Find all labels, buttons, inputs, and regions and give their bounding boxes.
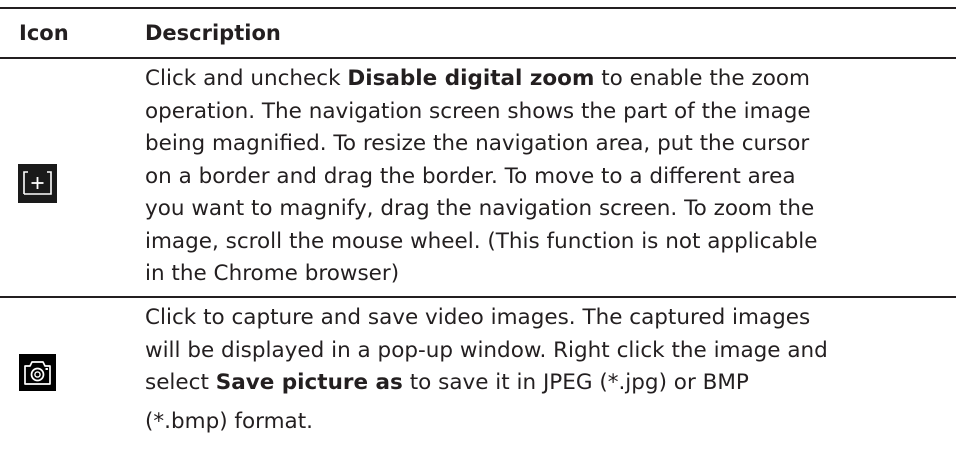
row-divider: [0, 296, 956, 298]
description-line: image, scroll the mouse wheel. (This fun…: [145, 228, 818, 254]
description-line: will be displayed in a pop-up window. Ri…: [145, 337, 828, 363]
zoom-plus-icon: [18, 164, 57, 203]
description-line: being magnified. To resize the navigatio…: [145, 131, 810, 156]
icon-description-table: Icon Description Click and uncheck Disab…: [0, 0, 956, 449]
camera-icon: [19, 354, 56, 391]
description-line: in the Chrome browser): [145, 261, 400, 286]
ui-term-disable-digital-zoom: Disable digital zoom: [347, 66, 595, 91]
ui-term-save-picture-as: Save picture as: [215, 370, 403, 395]
description-line: Click and uncheck Disable digital zoom t…: [145, 66, 810, 91]
description-line: operation. The navigation screen shows t…: [145, 98, 811, 124]
description-line: select Save picture as to save it in JPE…: [145, 370, 749, 395]
description-line: you want to magnify, drag the navigation…: [145, 196, 815, 221]
header-rule: [0, 57, 956, 59]
column-header-description: Description: [145, 21, 281, 45]
description-line: Click to capture and save video images. …: [145, 305, 811, 330]
column-header-icon: Icon: [19, 21, 69, 45]
description-line: on a border and drag the border. To move…: [145, 163, 796, 189]
zoom-description: Click and uncheck Disable digital zoom t…: [145, 63, 945, 291]
description-line: (*.bmp) format.: [145, 408, 314, 434]
table-top-rule: [0, 7, 956, 9]
capture-description: Click to capture and save video images. …: [145, 302, 945, 438]
